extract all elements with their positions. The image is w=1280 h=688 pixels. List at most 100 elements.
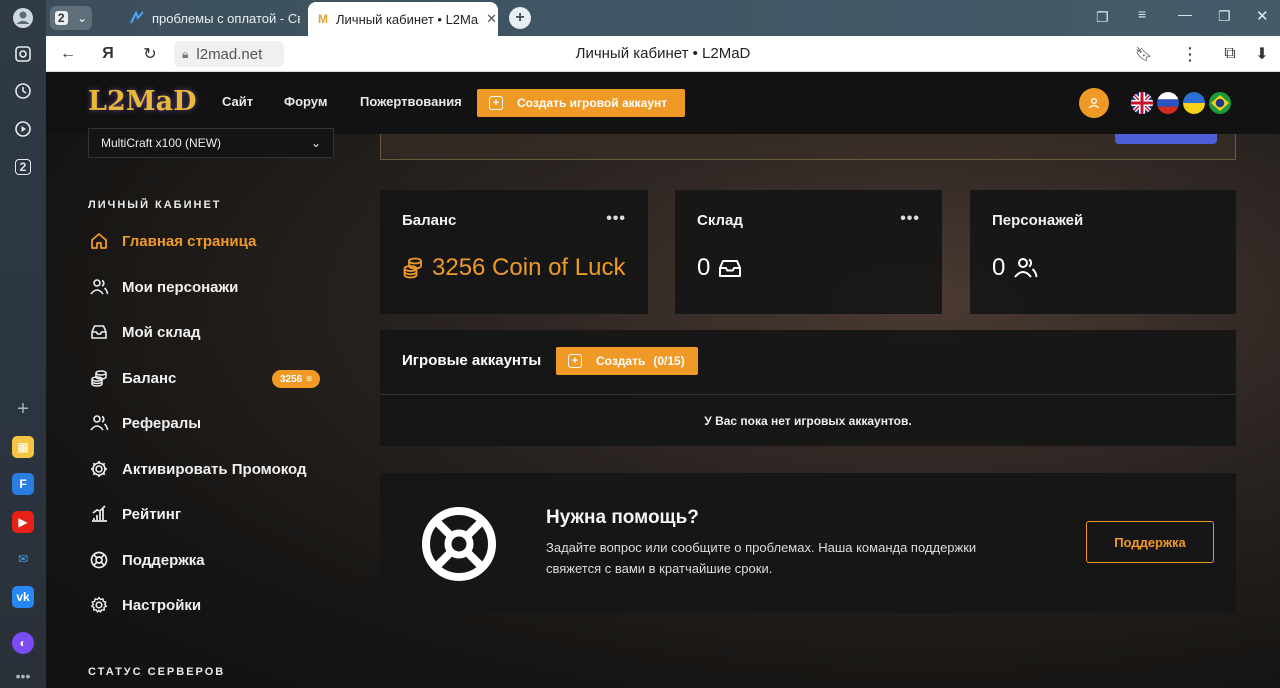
warehouse-card-title: Склад (697, 212, 743, 229)
game-accounts-panel: Игровые аккаунты + Создать (0/15) У Вас … (380, 330, 1236, 446)
url-text: l2mad.net (196, 45, 263, 63)
url-field[interactable]: 🔒︎ l2mad.net (174, 41, 284, 67)
server-select[interactable]: MultiCraft x100 (NEW) ⌄ (88, 128, 334, 158)
sidebar-item-promocode[interactable]: Активировать Промокод (88, 457, 307, 481)
restore-icon[interactable]: ❐ (1218, 8, 1231, 25)
server-select-value: MultiCraft x100 (NEW) (101, 136, 222, 150)
plus-icon: + (489, 96, 503, 110)
page-menu-icon[interactable]: ⋮ (1178, 42, 1202, 66)
back-icon[interactable]: ← (56, 42, 80, 66)
flag-uk-icon[interactable] (1131, 92, 1153, 114)
alice-icon[interactable]: ◐ (12, 632, 34, 654)
tab-inactive[interactable]: проблемы с оплатой - Св (120, 4, 300, 32)
new-tab-button[interactable]: + (509, 7, 531, 29)
chevron-down-icon: ⌄ (310, 136, 321, 150)
nav-site[interactable]: Сайт (222, 94, 253, 109)
chevron-down-icon: ⌄ (77, 11, 88, 25)
flag-ua-icon[interactable] (1183, 92, 1205, 114)
collections-icon[interactable] (11, 42, 35, 66)
coins-icon (88, 367, 110, 389)
divider (380, 394, 1236, 395)
youtube-icon[interactable]: ▶ (12, 511, 34, 533)
balance-badge-value: 3256 (280, 373, 303, 385)
flag-br-icon[interactable] (1209, 92, 1231, 114)
sidebar-item-settings[interactable]: Настройки (88, 593, 201, 617)
more-icon[interactable]: ••• (11, 664, 35, 688)
sidebar-item-label: Рефералы (122, 414, 202, 432)
tabs-counter[interactable]: 2 (11, 155, 35, 179)
sidebar-item-label: Баланс (122, 369, 177, 387)
tab-count: 2 (54, 11, 68, 25)
sidebar-item-label: Рейтинг (122, 505, 182, 523)
more-options-icon[interactable]: ••• (900, 210, 920, 228)
server-status-title: СТАТУС СЕРВЕРОВ (88, 666, 226, 678)
inbox-icon (719, 260, 742, 277)
yandex-icon[interactable]: Я (96, 42, 120, 66)
nav-donate[interactable]: Пожертвования (360, 94, 462, 109)
plus-icon: + (568, 354, 582, 368)
users-icon (88, 412, 110, 434)
tabs-counter-value: 2 (14, 159, 32, 175)
site-content: L2MaD Сайт Форум Пожертвования + Создать… (46, 72, 1280, 688)
minimize-icon[interactable]: — (1178, 6, 1192, 22)
vk-icon[interactable]: vk (12, 586, 34, 608)
mail-icon[interactable]: ✉ (12, 548, 34, 570)
bookmarks-icon[interactable]: ❐ (1096, 9, 1109, 26)
nav-forum[interactable]: Форум (284, 94, 327, 109)
lock-icon: 🔒︎ (182, 46, 189, 61)
warehouse-value-text: 0 (697, 254, 711, 281)
create-account-button[interactable]: + Создать (0/15) (556, 347, 698, 375)
users-icon (1014, 258, 1038, 278)
balance-card-title: Баланс (402, 212, 457, 229)
profile-icon[interactable] (11, 6, 35, 30)
favicon-icon (130, 10, 144, 26)
balance-value-text: 3256 Coin of Luck (432, 254, 626, 281)
sidebar-item-home[interactable]: Главная страница (88, 229, 256, 253)
close-icon[interactable]: ✕ (486, 11, 497, 27)
l2mad-favicon-icon: M (318, 12, 328, 26)
add-icon[interactable]: + (11, 397, 35, 421)
close-window-icon[interactable]: ✕ (1256, 7, 1269, 25)
more-options-icon[interactable]: ••• (606, 210, 626, 228)
home-icon (88, 230, 110, 252)
gear-icon (88, 458, 110, 480)
user-avatar[interactable] (1079, 88, 1109, 118)
flag-ru-icon[interactable] (1157, 92, 1179, 114)
account-count: (0/15) (653, 354, 685, 368)
tab-title: Личный кабинет • L2Ma (336, 11, 479, 27)
balance-card: Баланс ••• 3256 Coin of Luck (380, 190, 648, 314)
sidebar-item-characters[interactable]: Мои персонажи (88, 275, 238, 299)
lifebuoy-icon (422, 507, 496, 581)
sidebar-item-referrals[interactable]: Рефералы (88, 411, 201, 435)
balance-value: 3256 Coin of Luck (402, 254, 625, 282)
sidebar-item-label: Мои персонажи (122, 278, 239, 296)
sidebar-item-warehouse[interactable]: Мой склад (88, 320, 200, 344)
lifebuoy-icon (88, 549, 110, 571)
video-icon[interactable] (11, 117, 35, 141)
banner-button[interactable] (1115, 134, 1217, 144)
downloads-icon[interactable]: ⬇ (1250, 42, 1274, 66)
characters-value-text: 0 (992, 254, 1006, 281)
characters-card: Персонажей 0 (970, 190, 1236, 314)
site-logo[interactable]: L2MaD (88, 86, 197, 117)
sidebar-item-support[interactable]: Поддержка (88, 548, 205, 572)
inbox-icon (88, 321, 110, 343)
coins-icon: ≡ (306, 373, 313, 385)
app-icon[interactable]: ▦ (12, 436, 34, 458)
reload-icon[interactable]: ↻ (138, 42, 162, 66)
extensions-icon[interactable]: ⧉ (1218, 42, 1242, 66)
sidebar-item-rating[interactable]: Рейтинг (88, 502, 181, 526)
menu-icon[interactable]: ≡ (1138, 6, 1146, 22)
announcement-banner (380, 134, 1236, 160)
warehouse-card: Склад ••• 0 (675, 190, 942, 314)
create-game-account-button[interactable]: + Создать игровой аккаунт (477, 89, 685, 117)
bookmark-icon[interactable]: 🔖︎ (1132, 42, 1156, 66)
history-icon[interactable] (11, 79, 35, 103)
sidebar-item-label: Настройки (122, 596, 202, 614)
support-button[interactable]: Поддержка (1086, 521, 1214, 563)
sidebar-item-balance[interactable]: Баланс (88, 366, 176, 390)
app-f-icon[interactable]: F (12, 473, 34, 495)
tab-active[interactable]: M Личный кабинет • L2Ma ✕ (308, 2, 498, 36)
browser-sidebar: 2 + ▦ F ▶ ✉ vk ◐ ••• (0, 0, 46, 688)
tab-group-button[interactable]: 2 ⌄ (50, 6, 92, 30)
